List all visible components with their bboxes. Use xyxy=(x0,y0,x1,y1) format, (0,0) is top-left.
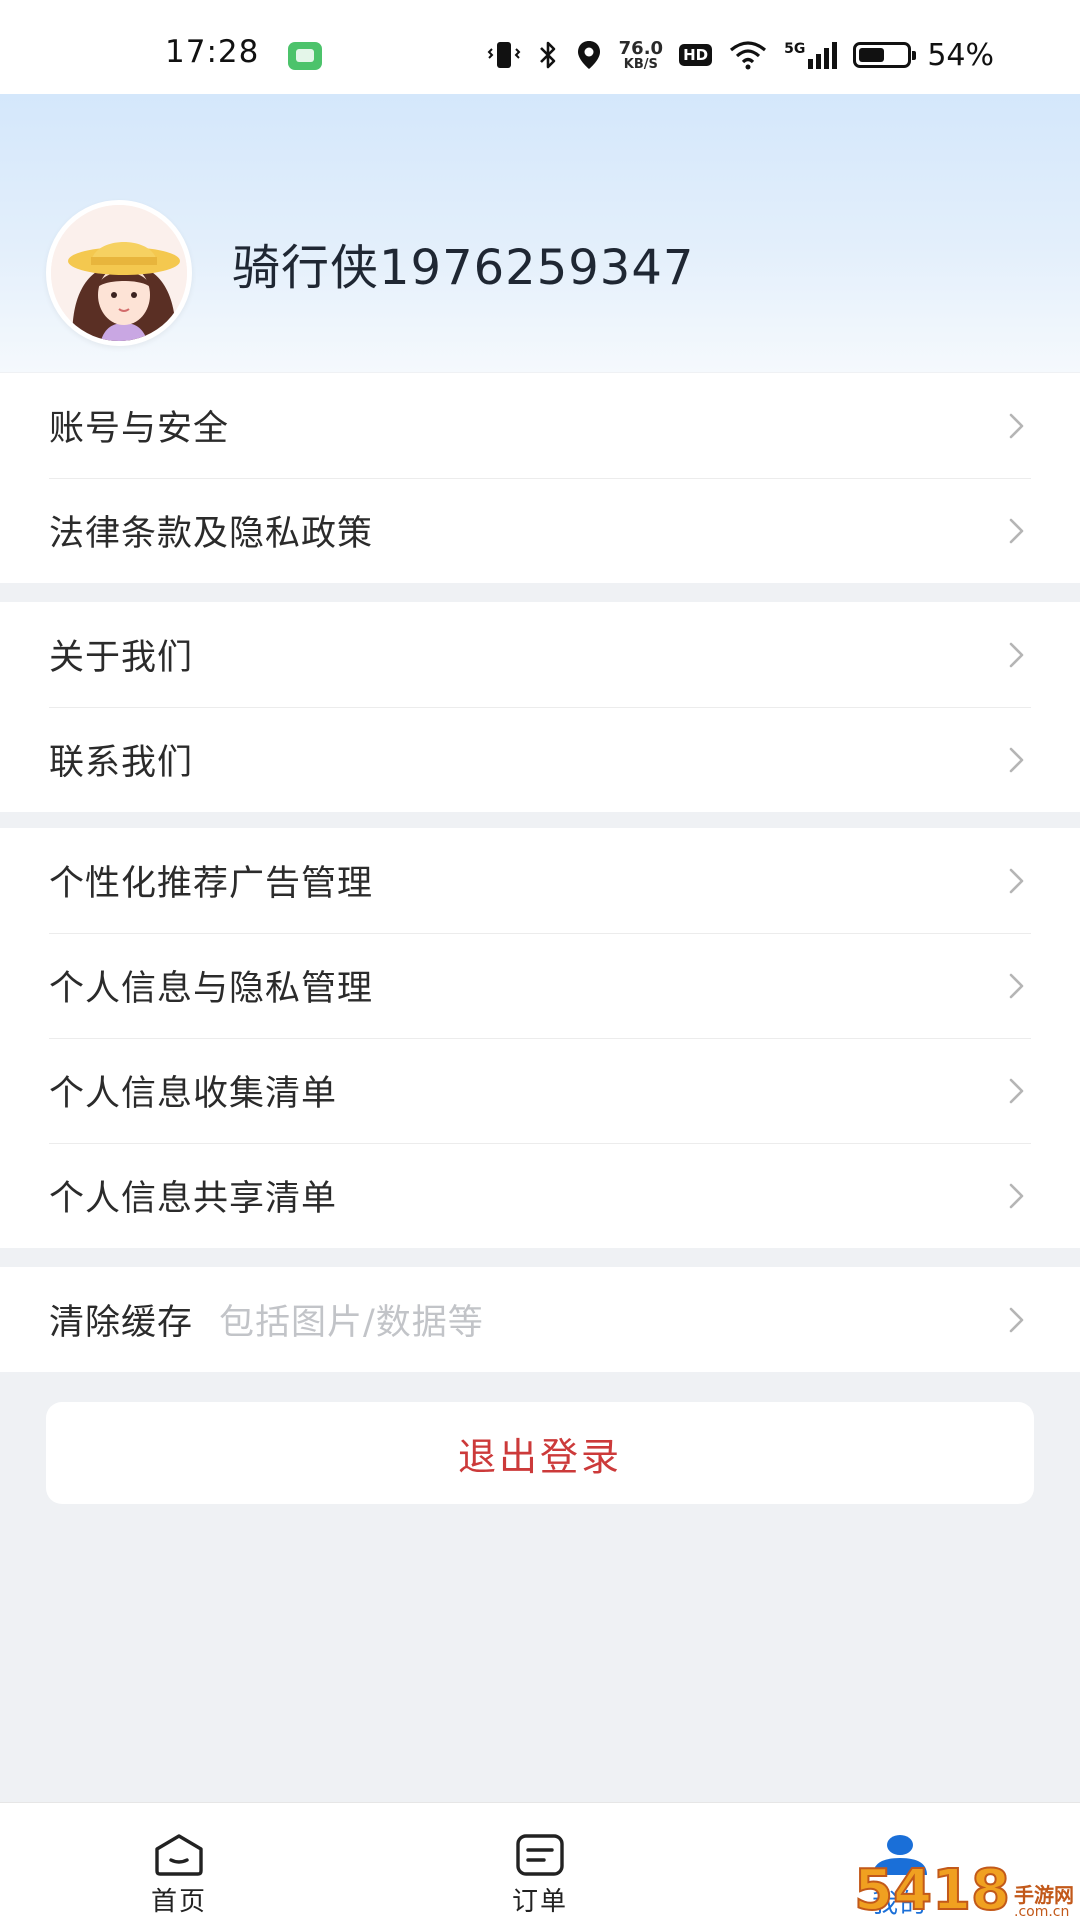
menu-item-label: 关于我们 xyxy=(49,638,194,678)
menu-item-info-collection-list[interactable]: 个人信息收集清单 xyxy=(0,1038,1080,1143)
profile-header: 骑行侠1976259347 xyxy=(0,94,1080,372)
battery-icon xyxy=(853,42,917,68)
menu-item-personal-info-privacy[interactable]: 个人信息与隐私管理 xyxy=(0,933,1080,1038)
tab-label: 首页 xyxy=(150,1887,207,1917)
battery-percent: 54% xyxy=(927,37,994,73)
wifi-icon xyxy=(728,40,768,70)
chevron-right-icon xyxy=(1009,413,1024,439)
status-time: 17:28 xyxy=(165,34,260,70)
vibrate-icon xyxy=(487,40,521,70)
username: 骑行侠1976259347 xyxy=(232,240,695,296)
watermark-domain: .com.cn xyxy=(1014,1904,1070,1920)
site-watermark: 5418 手游网 .com.cn xyxy=(853,1858,1074,1920)
location-icon xyxy=(575,39,603,71)
menu-item-label: 个人信息与隐私管理 xyxy=(49,969,374,1009)
menu-item-label: 账号与安全 xyxy=(49,409,230,449)
chevron-right-icon xyxy=(1009,747,1024,773)
chevron-right-icon xyxy=(1009,1307,1024,1333)
menu-item-contact-us[interactable]: 联系我们 xyxy=(0,707,1080,812)
chevron-right-icon xyxy=(1009,642,1024,668)
menu-item-about-us[interactable]: 关于我们 xyxy=(0,602,1080,707)
bottom-tab-bar: 首页 订单 我的 5418 手游网 .com.cn xyxy=(0,1802,1080,1920)
menu-item-ad-personalization[interactable]: 个性化推荐广告管理 xyxy=(0,828,1080,933)
chevron-right-icon xyxy=(1009,1078,1024,1104)
network-type: 5G xyxy=(784,41,806,57)
avatar[interactable] xyxy=(46,200,192,346)
status-icons: 76.0 KB/S HD 5G 54% xyxy=(487,30,994,80)
chevron-right-icon xyxy=(1009,1183,1024,1209)
logout-button[interactable]: 退出登录 xyxy=(46,1402,1034,1504)
battery-level xyxy=(859,48,885,62)
menu-item-clear-cache[interactable]: 清除缓存 包括图片/数据等 xyxy=(0,1267,1080,1372)
tab-label: 订单 xyxy=(511,1887,568,1917)
menu-item-label: 个人信息共享清单 xyxy=(49,1179,338,1219)
menu-item-label: 个人信息收集清单 xyxy=(49,1074,338,1114)
chevron-right-icon xyxy=(1009,518,1024,544)
network-speed: 76.0 KB/S xyxy=(618,37,664,72)
network-speed-value: 76.0 xyxy=(618,37,664,59)
watermark-site-name: 手游网 xyxy=(1014,1883,1074,1907)
menu-item-label: 法律条款及隐私政策 xyxy=(49,514,374,554)
tab-orders[interactable]: 订单 xyxy=(440,1803,640,1920)
home-icon xyxy=(155,1834,203,1876)
menu-item-legal-privacy[interactable]: 法律条款及隐私政策 xyxy=(0,478,1080,583)
network-speed-unit: KB/S xyxy=(623,56,658,72)
chevron-right-icon xyxy=(1009,973,1024,999)
menu-item-label: 清除缓存 xyxy=(49,1303,194,1343)
my-profile-screen: 17:28 76.0 KB/S HD 5G 54% 骑行侠1976259347 … xyxy=(0,0,1080,1920)
watermark-site: 手游网 .com.cn xyxy=(1014,1885,1074,1919)
menu-item-label: 联系我们 xyxy=(49,743,194,783)
chevron-right-icon xyxy=(1009,868,1024,894)
menu-group-about: 关于我们 联系我们 xyxy=(0,602,1080,812)
status-bar: 17:28 76.0 KB/S HD 5G 54% xyxy=(0,0,1080,94)
tab-home[interactable]: 首页 xyxy=(79,1803,279,1920)
menu-item-label: 个性化推荐广告管理 xyxy=(49,864,374,904)
menu-group-cache: 清除缓存 包括图片/数据等 xyxy=(0,1267,1080,1372)
menu-group-privacy: 个性化推荐广告管理 个人信息与隐私管理 个人信息收集清单 个人信息共享清单 xyxy=(0,828,1080,1248)
cellular-signal-icon: 5G xyxy=(784,41,838,69)
watermark-logo-text: 5418 xyxy=(853,1858,1011,1920)
menu-item-account-security[interactable]: 账号与安全 xyxy=(0,373,1080,478)
logout-label: 退出登录 xyxy=(457,1434,622,1479)
bluetooth-icon xyxy=(537,40,559,70)
menu-group-account: 账号与安全 法律条款及隐私政策 xyxy=(0,373,1080,583)
hd-badge: HD xyxy=(679,44,713,66)
menu-item-info-sharing-list[interactable]: 个人信息共享清单 xyxy=(0,1143,1080,1248)
clear-cache-hint: 包括图片/数据等 xyxy=(219,1303,484,1343)
order-icon xyxy=(516,1834,564,1876)
avatar-illustration xyxy=(51,205,187,341)
message-notification-icon xyxy=(288,42,322,70)
